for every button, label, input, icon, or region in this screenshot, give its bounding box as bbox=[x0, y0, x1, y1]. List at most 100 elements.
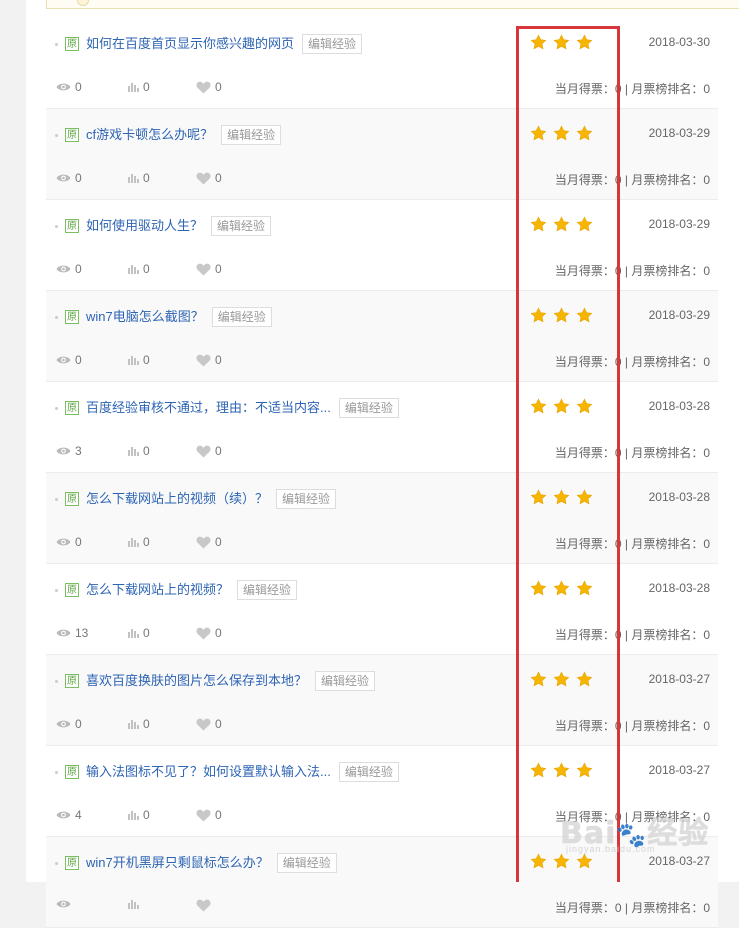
edit-experience-button[interactable]: 编辑经验 bbox=[338, 398, 399, 418]
edit-experience-button[interactable]: 编辑经验 bbox=[276, 853, 337, 873]
eye-icon bbox=[56, 720, 71, 728]
star-rating bbox=[530, 580, 593, 597]
view-count: 13 bbox=[56, 626, 88, 640]
star-icon bbox=[576, 34, 593, 50]
edit-experience-button[interactable]: 编辑经验 bbox=[211, 216, 272, 236]
edit-experience-button[interactable]: 编辑经验 bbox=[315, 671, 376, 691]
publish-date: 2018-03-29 bbox=[648, 217, 710, 231]
eye-icon bbox=[56, 811, 71, 819]
experience-title-link[interactable]: win7电脑怎么截图？ bbox=[86, 307, 204, 327]
edit-experience-button[interactable]: 编辑经验 bbox=[211, 307, 272, 327]
heart-icon bbox=[196, 445, 211, 457]
publish-date: 2018-03-30 bbox=[648, 35, 710, 49]
list-item: 原 怎么下载网站上的视频？ 编辑经验 2018-03-28 13 0 0 当月得… bbox=[46, 564, 718, 655]
heart-icon bbox=[196, 263, 211, 275]
list-item: 原 cf游戏卡顿怎么办呢？ 编辑经验 2018-03-29 0 0 0 当月得票… bbox=[46, 109, 718, 200]
star-icon bbox=[553, 671, 570, 687]
vote-count bbox=[128, 899, 143, 909]
bar-chart-icon bbox=[128, 174, 139, 183]
experience-title-link[interactable]: win7开机黑屏只剩鼠标怎么办？ bbox=[86, 853, 269, 873]
bullet-dot bbox=[55, 589, 58, 592]
list-item: 原 win7开机黑屏只剩鼠标怎么办？ 编辑经验 2018-03-27 当月得票：… bbox=[46, 837, 718, 928]
like-count[interactable]: 0 bbox=[196, 353, 222, 367]
heart-icon bbox=[196, 718, 211, 730]
edit-experience-button[interactable]: 编辑经验 bbox=[237, 580, 298, 600]
original-badge: 原 bbox=[65, 492, 79, 506]
heart-icon bbox=[196, 809, 211, 821]
bullet-dot bbox=[55, 771, 58, 774]
edit-experience-button[interactable]: 编辑经验 bbox=[276, 489, 337, 509]
like-count[interactable]: 0 bbox=[196, 444, 222, 458]
star-icon bbox=[553, 307, 570, 323]
heart-icon bbox=[196, 899, 211, 912]
experience-title-link[interactable]: 百度经验审核不通过，理由：不适当内容... bbox=[86, 398, 331, 418]
monthly-vote-info: 当月得票：0 | 月票榜排名：0 bbox=[554, 264, 710, 278]
monthly-vote-info: 当月得票：0 | 月票榜排名：0 bbox=[554, 628, 710, 642]
star-icon bbox=[553, 580, 570, 596]
original-badge: 原 bbox=[65, 37, 79, 51]
notice-icon bbox=[77, 0, 89, 6]
bar-chart-icon bbox=[128, 720, 139, 729]
star-icon bbox=[553, 762, 570, 778]
bar-chart-icon bbox=[128, 811, 139, 820]
edit-experience-button[interactable]: 编辑经验 bbox=[221, 125, 282, 145]
experience-list-panel: 原 如何在百度首页显示你感兴趣的网页 编辑经验 2018-03-30 0 0 0… bbox=[26, 0, 739, 928]
experience-title-link[interactable]: 喜欢百度换肤的图片怎么保存到本地？ bbox=[86, 671, 307, 691]
edit-experience-button[interactable]: 编辑经验 bbox=[302, 34, 363, 54]
star-rating bbox=[530, 125, 593, 142]
original-badge: 原 bbox=[65, 401, 79, 415]
experience-title-link[interactable]: 如何使用驱动人生？ bbox=[86, 216, 203, 236]
original-badge: 原 bbox=[65, 765, 79, 779]
star-icon bbox=[553, 398, 570, 414]
like-count[interactable]: 0 bbox=[196, 535, 222, 549]
experience-title-link[interactable]: 怎么下载网站上的视频（续）？ bbox=[86, 489, 268, 509]
eye-icon bbox=[56, 900, 71, 908]
original-badge: 原 bbox=[65, 219, 79, 233]
eye-icon bbox=[56, 538, 71, 546]
bar-chart-icon bbox=[128, 356, 139, 365]
vote-count: 0 bbox=[128, 171, 150, 185]
original-badge: 原 bbox=[65, 128, 79, 142]
eye-icon bbox=[56, 356, 71, 364]
top-notice-bar bbox=[46, 0, 739, 9]
bar-chart-icon bbox=[128, 265, 139, 274]
star-icon bbox=[576, 307, 593, 323]
like-count[interactable]: 0 bbox=[196, 262, 222, 276]
star-rating bbox=[530, 762, 593, 779]
like-count[interactable] bbox=[196, 899, 215, 912]
bullet-dot bbox=[55, 862, 58, 865]
publish-date: 2018-03-27 bbox=[648, 763, 710, 777]
edit-experience-button[interactable]: 编辑经验 bbox=[338, 762, 399, 782]
vote-count: 0 bbox=[128, 535, 150, 549]
original-badge: 原 bbox=[65, 856, 79, 870]
bullet-dot bbox=[55, 680, 58, 683]
star-icon bbox=[530, 762, 547, 778]
star-icon bbox=[530, 307, 547, 323]
star-icon bbox=[553, 853, 570, 869]
eye-icon bbox=[56, 83, 71, 91]
original-badge: 原 bbox=[65, 583, 79, 597]
vote-count: 0 bbox=[128, 808, 150, 822]
like-count[interactable]: 0 bbox=[196, 717, 222, 731]
list-item: 原 如何使用驱动人生？ 编辑经验 2018-03-29 0 0 0 当月得票：0… bbox=[46, 200, 718, 291]
like-count[interactable]: 0 bbox=[196, 808, 222, 822]
heart-icon bbox=[196, 172, 211, 184]
view-count: 0 bbox=[56, 80, 82, 94]
experience-title-link[interactable]: 输入法图标不见了？如何设置默认输入法... bbox=[86, 762, 331, 782]
star-rating bbox=[530, 489, 593, 506]
bar-chart-icon bbox=[128, 538, 139, 547]
bar-chart-icon bbox=[128, 900, 139, 909]
like-count[interactable]: 0 bbox=[196, 80, 222, 94]
like-count[interactable]: 0 bbox=[196, 171, 222, 185]
view-count: 4 bbox=[56, 808, 82, 822]
view-count: 3 bbox=[56, 444, 82, 458]
star-icon bbox=[530, 125, 547, 141]
experience-title-link[interactable]: 怎么下载网站上的视频？ bbox=[86, 580, 229, 600]
like-count[interactable]: 0 bbox=[196, 626, 222, 640]
original-badge: 原 bbox=[65, 310, 79, 324]
experience-title-link[interactable]: 如何在百度首页显示你感兴趣的网页 bbox=[86, 34, 294, 54]
star-icon bbox=[576, 398, 593, 414]
list-item: 原 百度经验审核不通过，理由：不适当内容... 编辑经验 2018-03-28 … bbox=[46, 382, 718, 473]
eye-icon bbox=[56, 174, 71, 182]
experience-title-link[interactable]: cf游戏卡顿怎么办呢？ bbox=[86, 125, 213, 145]
